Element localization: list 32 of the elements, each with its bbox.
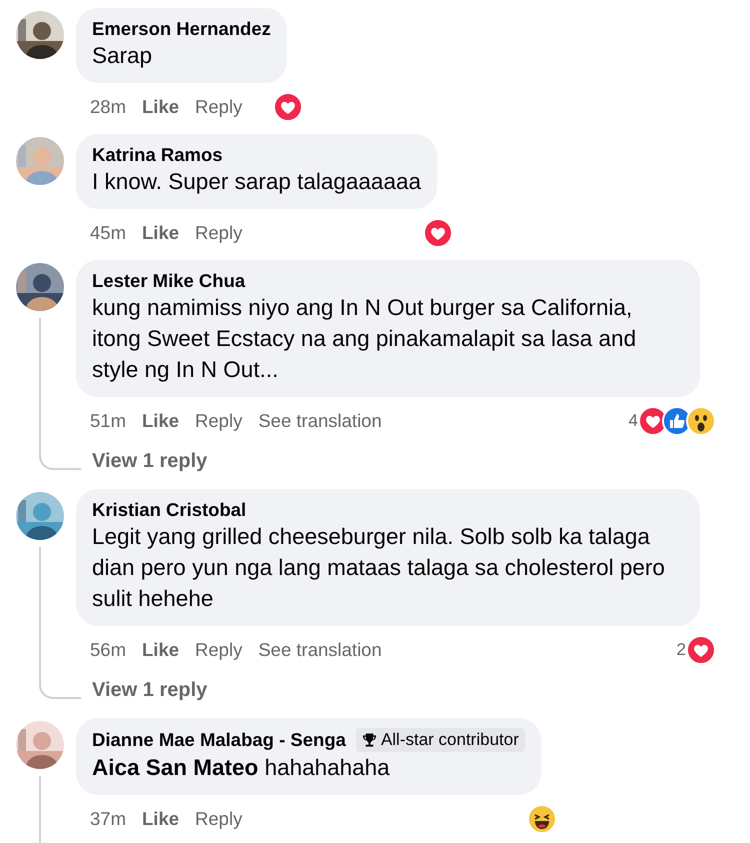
view-replies-link[interactable]: View 1 reply xyxy=(92,679,208,702)
like-link[interactable]: Like xyxy=(142,410,180,432)
reply-link[interactable]: Reply xyxy=(195,639,242,661)
comment-text: Aica San Mateo hahahahaha xyxy=(92,754,391,782)
reaction-count[interactable]: 2 xyxy=(676,640,686,660)
reply-link[interactable]: Reply xyxy=(195,410,242,432)
comment-text: Sarap xyxy=(92,42,154,70)
timestamp[interactable]: 37m xyxy=(90,808,126,830)
author-name[interactable]: Lester Mike Chua xyxy=(92,270,246,292)
contributor-badge: All-star contributor xyxy=(356,728,525,752)
timestamp[interactable]: 51m xyxy=(90,410,126,432)
like-link[interactable]: Like xyxy=(142,808,180,830)
author-name[interactable]: Dianne Mae Malabag - Senga xyxy=(92,729,346,751)
reply-link[interactable]: Reply xyxy=(195,96,242,118)
see-translation-link[interactable]: See translation xyxy=(258,410,382,432)
reply-link[interactable]: Reply xyxy=(195,222,242,244)
reply-link[interactable]: Reply xyxy=(195,808,242,830)
view-replies-link[interactable]: View 1 reply xyxy=(92,450,208,473)
comment-text: kung namimiss niyo ang In N Out burger sa California, itong Sweet Ecstacy na ang pinakamalapit sa lasa and style ng In N Out... xyxy=(92,294,638,384)
author-name[interactable]: Kristian Cristobal xyxy=(92,499,246,521)
timestamp[interactable]: 45m xyxy=(90,222,126,244)
like-link[interactable]: Like xyxy=(142,639,180,661)
like-link[interactable]: Like xyxy=(142,222,180,244)
timestamp[interactable]: 56m xyxy=(90,639,126,661)
like-link[interactable]: Like xyxy=(142,96,180,118)
reaction-count[interactable]: 4 xyxy=(628,411,638,431)
author-name[interactable]: Emerson Hernandez xyxy=(92,18,271,40)
comment-text: Legit yang grilled cheeseburger nila. Solb solb ka talaga dian pero yun nga lang mataas talaga sa cholesterol pero sulit hehehe xyxy=(92,523,666,613)
author-name[interactable]: Katrina Ramos xyxy=(92,144,223,166)
comment-text: I know. Super sarap talagaaaaaa xyxy=(92,168,421,196)
see-translation-link[interactable]: See translation xyxy=(258,639,382,661)
timestamp[interactable]: 28m xyxy=(90,96,126,118)
